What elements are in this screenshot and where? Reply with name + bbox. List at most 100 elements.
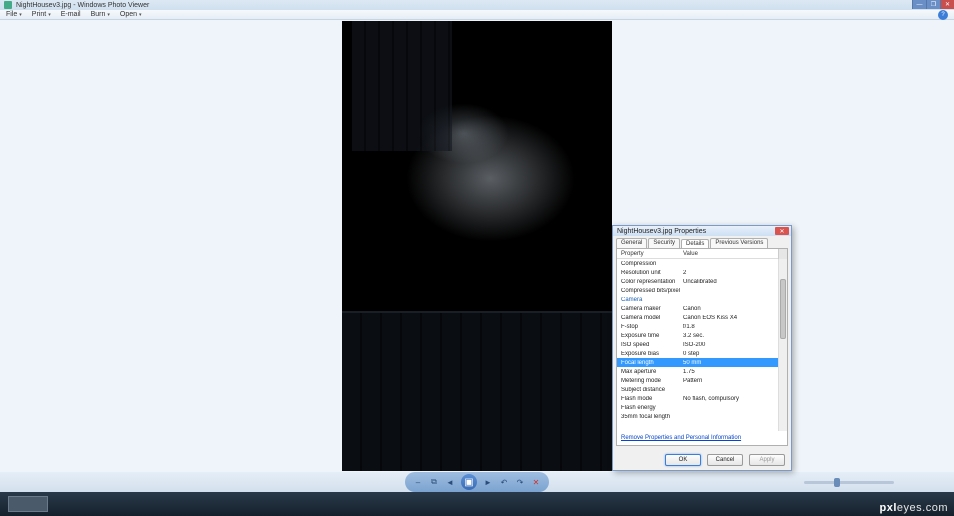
property-name: Flash mode (617, 396, 681, 402)
property-value: f/1.8 (681, 324, 778, 330)
window-title: NightHousev3.jpg - Windows Photo Viewer (16, 2, 149, 9)
scrollbar[interactable] (778, 259, 787, 431)
property-value: Uncalibrated (681, 279, 778, 285)
tab-security[interactable]: Security (648, 238, 680, 248)
property-name: Color representation (617, 279, 681, 285)
prev-button[interactable]: ◄ (445, 477, 455, 487)
property-value: 50 mm (681, 360, 778, 366)
property-value: 0 step (681, 351, 778, 357)
menu-file[interactable]: File▾ (6, 11, 22, 18)
bottom-toolbar: – ⧉ ◄ ▣ ► ↶ ↷ ✕ (0, 472, 954, 492)
slideshow-button[interactable]: ▣ (461, 474, 477, 490)
property-row[interactable]: Flash modeNo flash, compulsory (617, 394, 778, 403)
property-row[interactable]: Focal length50 mm (617, 358, 778, 367)
rotate-left-button[interactable]: ↶ (499, 477, 509, 487)
details-panel: Property Value CompressionResolution uni… (616, 248, 788, 446)
help-button[interactable]: ? (938, 10, 948, 20)
property-row[interactable]: Metering modePattern (617, 376, 778, 385)
property-row[interactable]: Max aperture1.75 (617, 367, 778, 376)
property-name: Focal length (617, 360, 681, 366)
cancel-button[interactable]: Cancel (707, 454, 743, 466)
property-name: Max aperture (617, 369, 681, 375)
tab-previous-versions[interactable]: Previous Versions (710, 238, 768, 248)
taskbar[interactable]: pxleyes.com (0, 492, 954, 516)
photo-fence (342, 311, 612, 471)
property-name: Metering mode (617, 378, 681, 384)
property-row[interactable]: Exposure time3.2 sec. (617, 331, 778, 340)
dialog-close-button[interactable]: ✕ (775, 227, 789, 235)
header-property[interactable]: Property (617, 251, 681, 257)
menu-burn[interactable]: Burn▾ (91, 11, 110, 18)
property-value: Canon EOS Kiss X4 (681, 315, 778, 321)
tab-general[interactable]: General (616, 238, 647, 248)
zoom-fit-button[interactable]: ⧉ (429, 477, 439, 487)
close-button[interactable]: ✕ (940, 0, 954, 9)
property-row[interactable]: Exposure bias0 step (617, 349, 778, 358)
property-value: 3.2 sec. (681, 333, 778, 339)
property-name: Resolution unit (617, 270, 681, 276)
dialog-title-bar[interactable]: NightHousev3.jpg Properties ✕ (613, 226, 791, 236)
taskbar-thumbnail[interactable] (8, 496, 48, 512)
zoom-slider-thumb[interactable] (834, 478, 840, 487)
property-value: Canon (681, 306, 778, 312)
property-name: Compression (617, 261, 681, 267)
property-name: Flash energy (617, 405, 681, 411)
dialog-buttons: OK Cancel Apply (665, 454, 785, 466)
properties-rows[interactable]: CompressionResolution unit2Color represe… (617, 259, 778, 431)
zoom-out-button[interactable]: – (413, 477, 423, 487)
property-name: Compressed bits/pixel (617, 288, 681, 294)
property-value: 1.75 (681, 369, 778, 375)
property-name: Camera maker (617, 306, 681, 312)
next-button[interactable]: ► (483, 477, 493, 487)
photo-planks (352, 21, 452, 151)
property-name: Camera (617, 297, 681, 303)
property-value: Pattern (681, 378, 778, 384)
rotate-right-button[interactable]: ↷ (515, 477, 525, 487)
menu-bar: File▾ Print▾ E-mail Burn▾ Open▾ ? (0, 10, 954, 20)
property-row[interactable]: F-stopf/1.8 (617, 322, 778, 331)
watermark: pxleyes.com (880, 502, 948, 514)
property-row[interactable]: Resolution unit2 (617, 268, 778, 277)
ok-button[interactable]: OK (665, 454, 701, 466)
header-value[interactable]: Value (681, 251, 778, 257)
app-icon (4, 1, 12, 9)
apply-button[interactable]: Apply (749, 454, 785, 466)
properties-dialog: NightHousev3.jpg Properties ✕ General Se… (612, 225, 792, 471)
nav-cluster: – ⧉ ◄ ▣ ► ↶ ↷ ✕ (405, 472, 549, 492)
title-bar[interactable]: NightHousev3.jpg - Windows Photo Viewer … (0, 0, 954, 10)
property-row[interactable]: Color representationUncalibrated (617, 277, 778, 286)
zoom-slider[interactable] (804, 481, 894, 484)
section-row[interactable]: Camera (617, 295, 778, 304)
scrollbar-thumb[interactable] (780, 279, 786, 339)
property-row[interactable]: Compression (617, 259, 778, 268)
property-name: Camera model (617, 315, 681, 321)
menu-open[interactable]: Open▾ (120, 11, 142, 18)
menu-print[interactable]: Print▾ (32, 11, 51, 18)
property-value: No flash, compulsory (681, 396, 778, 402)
property-name: F-stop (617, 324, 681, 330)
delete-button[interactable]: ✕ (531, 477, 541, 487)
property-name: 35mm focal length (617, 414, 681, 420)
property-row[interactable]: Subject distance (617, 385, 778, 394)
minimize-button[interactable]: — (912, 0, 926, 9)
dialog-title: NightHousev3.jpg Properties (617, 228, 706, 235)
properties-header: Property Value (617, 249, 787, 259)
property-row[interactable]: Camera makerCanon (617, 304, 778, 313)
property-row[interactable]: Camera modelCanon EOS Kiss X4 (617, 313, 778, 322)
photo-viewer-window: NightHousev3.jpg - Windows Photo Viewer … (0, 0, 954, 492)
content-area (0, 20, 954, 472)
property-row[interactable]: ISO speedISO-200 (617, 340, 778, 349)
maximize-button[interactable]: ❐ (926, 0, 940, 9)
property-name: Subject distance (617, 387, 681, 393)
dialog-tabs: General Security Details Previous Versio… (613, 236, 791, 248)
property-name: Exposure bias (617, 351, 681, 357)
property-row[interactable]: 35mm focal length (617, 412, 778, 421)
property-row[interactable]: Compressed bits/pixel (617, 286, 778, 295)
property-value: 2 (681, 270, 778, 276)
menu-email[interactable]: E-mail (61, 11, 81, 18)
remove-properties-link[interactable]: Remove Properties and Personal Informati… (621, 435, 741, 441)
property-row[interactable]: Flash energy (617, 403, 778, 412)
property-name: Exposure time (617, 333, 681, 339)
remove-properties-row: Remove Properties and Personal Informati… (617, 431, 787, 445)
photo-display[interactable] (342, 21, 612, 471)
